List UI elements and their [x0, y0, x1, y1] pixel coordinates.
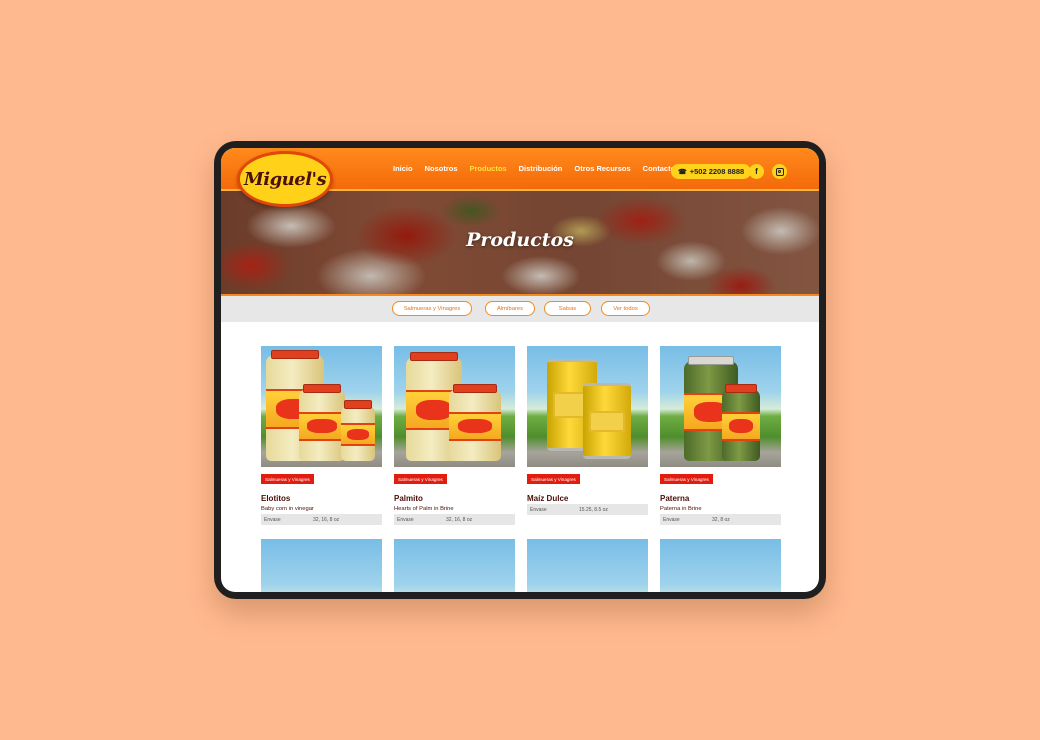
product-image[interactable] — [394, 539, 515, 592]
jar-medium — [449, 384, 501, 461]
nav-productos[interactable]: Productos — [470, 164, 507, 173]
instagram-glyph — [775, 167, 784, 176]
nav-nosotros[interactable]: Nosotros — [425, 164, 458, 173]
filter-salsas[interactable]: Salsas — [544, 301, 591, 316]
product-image[interactable] — [261, 539, 382, 592]
jar-medium — [299, 384, 345, 461]
facebook-icon[interactable]: f — [749, 164, 764, 179]
nav-inicio[interactable]: Inicio — [393, 164, 413, 173]
product-card[interactable] — [660, 539, 781, 592]
spec-label: Envase — [264, 516, 281, 523]
product-card[interactable] — [261, 539, 382, 592]
can-small — [583, 383, 631, 459]
category-badge[interactable]: Salmueras y Vinagres — [527, 474, 580, 484]
product-image[interactable] — [527, 346, 648, 467]
product-description: Baby corn in vinegar — [261, 506, 314, 512]
facebook-glyph: f — [755, 167, 758, 176]
product-name[interactable]: Palmito — [394, 494, 423, 503]
spec-value: 32, 16, 8 oz — [313, 516, 340, 523]
category-badge[interactable]: Salmueras y Vinagres — [394, 474, 447, 484]
page-title: Productos — [466, 229, 574, 251]
spec-value: 32, 8 oz — [712, 516, 730, 523]
instagram-icon[interactable] — [772, 164, 787, 179]
product-image[interactable] — [660, 346, 781, 467]
spec-row: Envase 32, 16, 8 oz — [394, 514, 515, 525]
phone-button[interactable]: ☎ +502 2208 8888 — [671, 164, 752, 179]
spec-row: Envase 32, 8 oz — [660, 514, 781, 525]
spec-value: 32, 16, 8 oz — [446, 516, 473, 523]
product-name[interactable]: Maíz Dulce — [527, 494, 568, 503]
main-nav: Inicio Nosotros Productos Distribución O… — [393, 148, 687, 189]
category-badge[interactable]: Salmueras y Vinagres — [660, 474, 713, 484]
category-badge[interactable]: Salmueras y Vinagres — [261, 474, 314, 484]
nav-distribucion[interactable]: Distribución — [519, 164, 563, 173]
product-card[interactable]: Salmueras y Vinagres Elotitos Baby corn … — [261, 346, 382, 525]
product-card[interactable]: Salmueras y Vinagres Palmito Hearts of P… — [394, 346, 515, 525]
spec-row: Envase 32, 16, 8 oz — [261, 514, 382, 525]
product-name[interactable]: Elotitos — [261, 494, 290, 503]
product-card[interactable] — [394, 539, 515, 592]
product-description: Paterna in Brine — [660, 506, 702, 512]
product-image[interactable] — [527, 539, 648, 592]
tablet-frame: Inicio Nosotros Productos Distribución O… — [214, 141, 826, 599]
filter-almibares[interactable]: Almíbares — [485, 301, 535, 316]
product-card[interactable]: Salmueras y Vinagres Maíz Dulce Envase 1… — [527, 346, 648, 515]
filter-salmueras[interactable]: Salmueras y Vinagres — [392, 301, 472, 316]
product-image[interactable] — [261, 346, 382, 467]
filter-ver-todos[interactable]: Ver todos — [601, 301, 650, 316]
phone-number: +502 2208 8888 — [689, 167, 745, 176]
website-screen: Inicio Nosotros Productos Distribución O… — [221, 148, 819, 592]
logo-text: Miguel's — [243, 168, 327, 190]
jar-small — [722, 384, 760, 461]
category-filter-bar: Salmueras y Vinagres Almíbares Salsas Ve… — [221, 296, 819, 322]
spec-row: Envase 15.25, 8.5 oz — [527, 504, 648, 515]
jar-small — [341, 400, 375, 461]
nav-otros-recursos[interactable]: Otros Recursos — [574, 164, 630, 173]
spec-label: Envase — [397, 516, 414, 523]
product-card[interactable] — [527, 539, 648, 592]
product-card[interactable]: Salmueras y Vinagres Paterna Paterna in … — [660, 346, 781, 525]
product-image[interactable] — [660, 539, 781, 592]
brand-logo[interactable]: Miguel's — [237, 151, 333, 207]
spec-label: Envase — [663, 516, 680, 523]
product-description: Hearts of Palm in Brine — [394, 506, 454, 512]
hero-banner: Productos — [221, 191, 819, 294]
spec-value: 15.25, 8.5 oz — [579, 506, 608, 513]
product-image[interactable] — [394, 346, 515, 467]
product-name[interactable]: Paterna — [660, 494, 689, 503]
spec-label: Envase — [530, 506, 547, 513]
phone-icon: ☎ — [678, 168, 687, 176]
